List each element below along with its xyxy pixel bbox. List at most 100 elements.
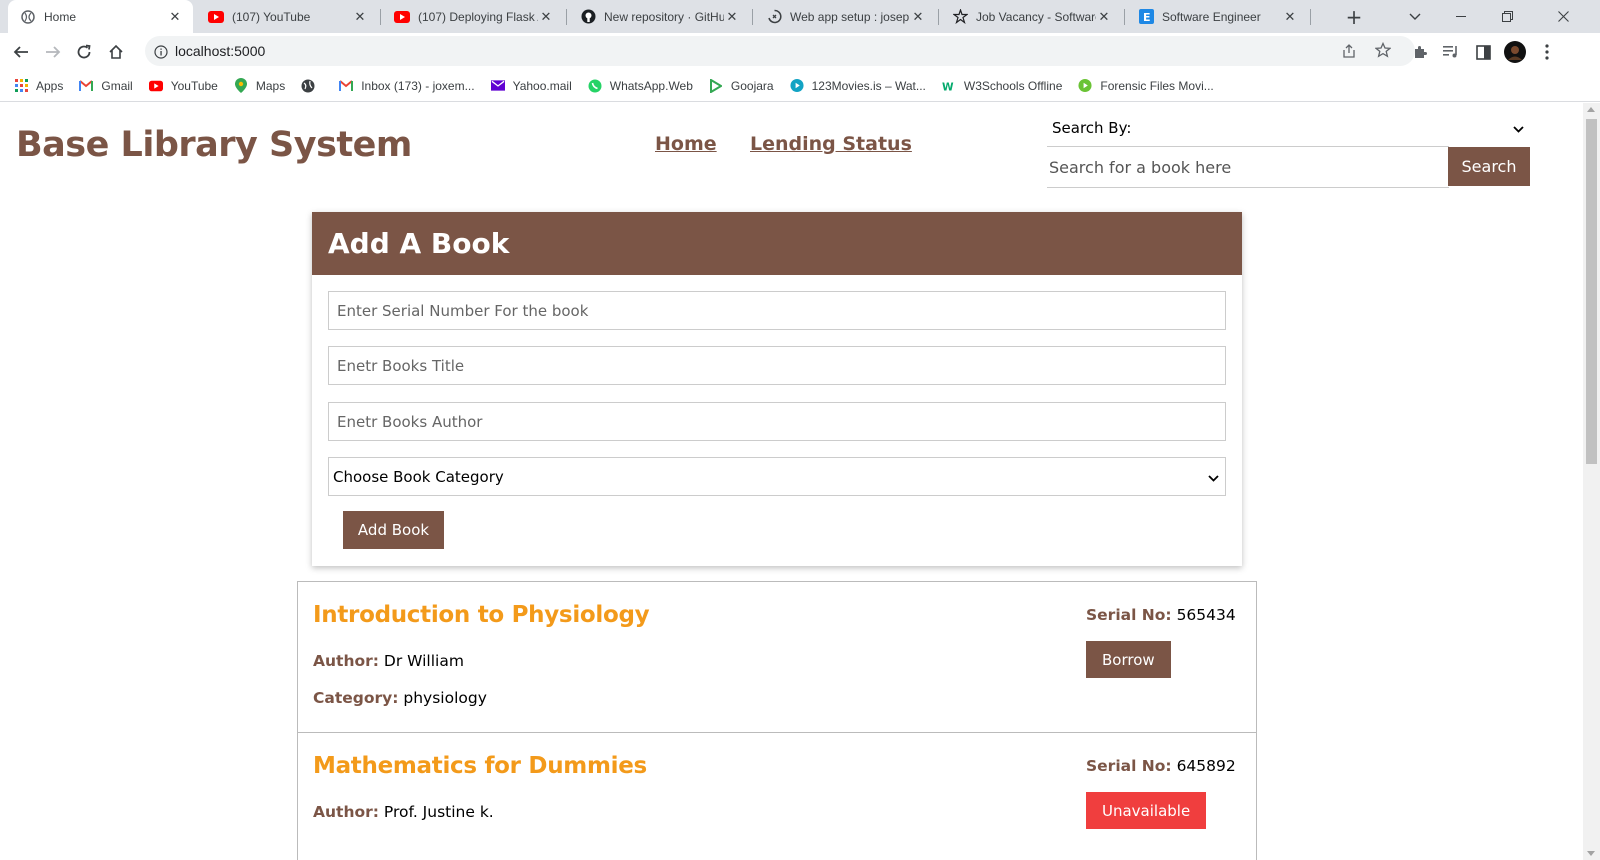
share-icon[interactable] [1341,43,1357,63]
youtube-icon [394,9,410,25]
close-icon[interactable]: ✕ [1282,9,1298,25]
serial-number-field[interactable] [328,291,1226,330]
tab-software-engineer[interactable]: E Software Engineer ✕ [1126,0,1308,33]
bookmark-inbox[interactable]: Inbox (173) - joxem... [339,79,475,93]
e-icon: E [1138,9,1154,25]
tab-home[interactable]: Home ✕ [8,0,193,33]
bookmark-label: Apps [36,78,64,93]
page-scrollbar[interactable] [1583,103,1600,860]
book-card: Mathematics for Dummies Author: Prof. Ju… [297,732,1257,860]
tab-youtube[interactable]: (107) YouTube ✕ [196,0,378,33]
bookmark-goojara[interactable]: Goojara [709,78,774,93]
book-title: Introduction to Physiology [313,602,650,628]
pythonanywhere-icon [766,9,782,25]
minimize-icon[interactable] [1438,0,1484,33]
bookmark-star-icon[interactable] [1374,41,1392,62]
bookmark-whatsapp[interactable]: WhatsApp.Web [588,79,693,93]
bookmark-w3schools[interactable]: W W3Schools Offline [942,79,1063,93]
author-label: Author: [313,803,379,821]
bookmark-forensic-files[interactable]: Forensic Files Movi... [1078,78,1214,93]
nav-lending-status-link[interactable]: Lending Status [750,133,912,155]
tab-job-vacancy[interactable]: Job Vacancy - Software ✕ [940,0,1122,33]
bookmark-apps[interactable]: Apps [14,79,63,93]
play-circle-icon [790,78,804,93]
new-tab-button[interactable]: + [1342,5,1366,29]
author-label: Author: [313,652,379,670]
close-icon[interactable]: ✕ [538,9,554,25]
close-icon[interactable]: ✕ [167,9,183,25]
scroll-down-icon[interactable] [1587,851,1595,856]
serial-label: Serial No: [1086,757,1172,775]
back-icon[interactable] [7,38,35,66]
bookmark-label: Yahoo.mail [512,78,572,93]
url-text: localhost:5000 [175,43,266,59]
book-title-field[interactable] [328,346,1226,385]
search-by-select[interactable]: Search By: [1046,115,1530,141]
reload-icon[interactable] [70,38,98,66]
chevron-down-icon [1208,468,1219,486]
page-viewport: Base Library System Home Lending Status … [0,103,1583,860]
close-icon[interactable]: ✕ [1096,9,1112,25]
bookmarks-bar: Apps Gmail YouTube Maps Inbox (173) - jo… [0,70,1600,102]
nav-home-link[interactable]: Home [655,133,717,155]
book-serial: Serial No: 565434 [1086,606,1236,624]
globe-icon [20,9,36,25]
tab-title: Web app setup : joseph [790,9,910,24]
youtube-icon [208,9,224,25]
tab-title: (107) Deploying Flask A [418,9,538,24]
bookmark-label: Maps [255,78,286,93]
restore-icon[interactable] [1484,0,1530,33]
borrow-button[interactable]: Borrow [1086,641,1171,678]
bookmark-youtube[interactable]: YouTube [148,79,218,93]
maps-pin-icon [234,78,248,93]
address-bar[interactable]: localhost:5000 [145,36,1415,66]
tab-title: Software Engineer [1162,9,1261,24]
profile-avatar[interactable] [1501,38,1529,66]
bookmark-123movies[interactable]: 123Movies.is – Wat... [790,79,926,93]
book-serial: Serial No: 645892 [1086,757,1236,775]
search-input[interactable] [1047,146,1449,188]
browser-tab-strip: Home ✕ (107) YouTube ✕ (107) Deploying F… [0,0,1600,33]
gmail-icon [79,79,94,93]
book-author-field[interactable] [328,402,1226,441]
tab-github[interactable]: New repository · GitHub ✕ [568,0,750,33]
side-panel-icon[interactable] [1469,38,1497,66]
scroll-up-icon[interactable] [1587,107,1595,112]
bookmark-maps[interactable]: Maps [234,78,286,93]
window-close-icon[interactable] [1540,0,1586,33]
bookmark-label: Goojara [730,78,774,93]
close-icon[interactable]: ✕ [910,9,926,25]
scrollbar-thumb[interactable] [1586,119,1597,464]
category-label: Category: [313,689,399,707]
tab-search-chevron-icon[interactable] [1392,0,1438,33]
media-control-icon[interactable] [1437,38,1465,66]
site-title: Base Library System [16,125,412,165]
play-icon [709,78,723,93]
bookmark-gmail[interactable]: Gmail [79,79,133,93]
close-icon[interactable]: ✕ [352,9,368,25]
unavailable-button[interactable]: Unavailable [1086,792,1207,829]
close-icon[interactable]: ✕ [724,9,740,25]
add-book-heading: Add A Book [312,212,1242,275]
author-value: Dr William [383,652,464,670]
extensions-icon[interactable] [1406,38,1434,66]
svg-text:W: W [942,81,954,92]
tab-web-app-setup[interactable]: Web app setup : joseph ✕ [754,0,936,33]
site-info-icon[interactable] [154,44,168,63]
forward-icon[interactable] [39,38,67,66]
chevron-down-icon [1513,119,1524,137]
tab-deploying-flask[interactable]: (107) Deploying Flask A ✕ [382,0,564,33]
search-by-label: Search By: [1052,119,1132,137]
menu-kebab-icon[interactable] [1537,38,1557,66]
add-book-button[interactable]: Add Book [343,511,444,549]
whatsapp-icon [588,79,602,93]
bookmark-globe[interactable] [301,79,323,93]
search-button[interactable]: Search [1448,147,1530,186]
bookmark-label: Forensic Files Movi... [1100,78,1214,93]
bookmark-yahoo[interactable]: Yahoo.mail [490,78,572,93]
play-circle-icon [1078,78,1092,93]
book-category-select[interactable]: Choose Book Category [328,457,1226,496]
serial-value: 565434 [1176,606,1236,624]
category-value: physiology [403,689,487,707]
home-icon[interactable] [102,38,130,66]
